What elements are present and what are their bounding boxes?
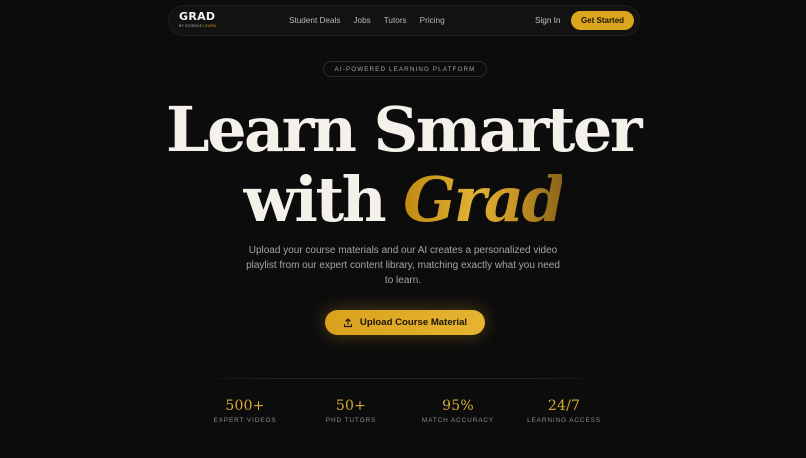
nav-link-jobs[interactable]: Jobs bbox=[353, 16, 370, 25]
stats-divider bbox=[200, 378, 606, 379]
stat-value: 50+ bbox=[335, 398, 367, 414]
hero-title-line-1: Learn Smarter bbox=[165, 93, 643, 166]
sign-in-link[interactable]: Sign In bbox=[535, 16, 561, 25]
hero-title-line-2: with Grad bbox=[0, 160, 806, 240]
upload-icon bbox=[343, 317, 352, 327]
logo-tagline-prefix: BY SCIENCE bbox=[179, 24, 204, 28]
upload-course-material-button[interactable]: Upload Course Material bbox=[325, 310, 485, 335]
logo-tagline: BY SCIENCE LEARN bbox=[179, 24, 216, 28]
nav-link-pricing[interactable]: Pricing bbox=[420, 16, 445, 25]
stat-label: LEARNING ACCESS bbox=[527, 417, 601, 424]
stat-expert-videos: 500+ EXPERT VIDEOS bbox=[190, 397, 300, 424]
hero-title-prefix: with bbox=[243, 163, 404, 236]
get-started-button[interactable]: Get Started bbox=[571, 11, 634, 30]
platform-badge: AI-POWERED LEARNING PLATFORM bbox=[323, 61, 487, 77]
logo-tagline-suffix: LEARN bbox=[203, 24, 216, 28]
nav-link-tutors[interactable]: Tutors bbox=[384, 16, 407, 25]
grad-logo[interactable]: GRAD BY SCIENCE LEARN bbox=[179, 11, 216, 31]
stat-value: 95% bbox=[442, 398, 474, 414]
nav-link-student-deals[interactable]: Student Deals bbox=[289, 16, 340, 25]
logo-wordmark: GRAD bbox=[179, 10, 216, 23]
nav-links: Student Deals Jobs Tutors Pricing bbox=[289, 6, 458, 35]
top-navbar: GRAD BY SCIENCE LEARN Student Deals Jobs… bbox=[168, 5, 640, 36]
stat-learning-access: 24/7 LEARNING ACCESS bbox=[509, 397, 619, 424]
stat-match-accuracy: 95% MATCH ACCURACY bbox=[403, 397, 513, 424]
stat-label: EXPERT VIDEOS bbox=[213, 417, 277, 424]
hero-title-highlight: Grad bbox=[403, 163, 565, 236]
stat-label: MATCH ACCURACY bbox=[421, 417, 495, 424]
hero-subtitle: Upload your course materials and our AI … bbox=[246, 245, 560, 286]
stat-value: 500+ bbox=[225, 398, 265, 414]
stat-value: 24/7 bbox=[547, 398, 581, 414]
stat-label: PHD TUTORS bbox=[325, 417, 377, 424]
stat-phd-tutors: 50+ PHD TUTORS bbox=[296, 397, 406, 424]
upload-button-label: Upload Course Material bbox=[359, 317, 468, 328]
